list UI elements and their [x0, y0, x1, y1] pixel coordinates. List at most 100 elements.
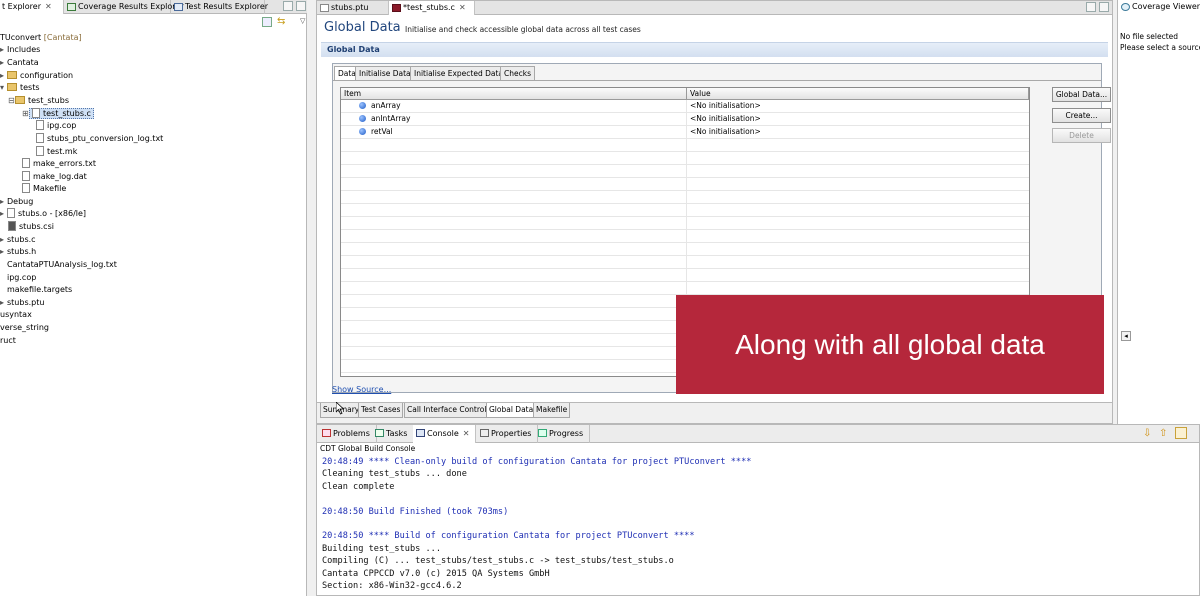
tree-item-stubs-o[interactable]: ▸ stubs.o - [x86/le] — [0, 208, 86, 220]
expand-icon[interactable]: ▸ — [0, 246, 7, 258]
table-row[interactable]: retVal <No initialisation> — [341, 126, 1029, 139]
tree-item-conversion-log[interactable]: stubs_ptu_conversion_log.txt — [36, 133, 163, 145]
arrow-up-icon[interactable]: ⇧ — [1159, 428, 1167, 439]
file-icon — [320, 4, 329, 12]
expand-icon[interactable]: ▸ — [0, 196, 7, 208]
collapse-icon[interactable]: ▾ — [0, 82, 7, 94]
column-header-item[interactable]: Item — [341, 88, 687, 100]
tree-item-ipg-cop-root[interactable]: ipg.cop — [0, 272, 36, 284]
tree-item-stubs-ptu[interactable]: ▸ stubs.ptu — [0, 297, 44, 309]
console-header: CDT Global Build Console — [320, 444, 416, 453]
tab-stubs-ptu[interactable]: stubs.ptu — [317, 1, 389, 15]
empty-table-row — [341, 178, 1029, 191]
tree-item-test-stubs-c[interactable]: ⊞ test_stubs.c — [22, 108, 94, 120]
expand-icon[interactable]: ▸ — [0, 297, 7, 309]
expand-icon[interactable]: ▸ — [0, 208, 7, 220]
tab-project-explorer[interactable]: t Explorer ✕ — [0, 0, 64, 14]
tree-item-project[interactable]: TUconvert [Cantata] — [0, 32, 82, 44]
tab-problems[interactable]: Problems — [319, 425, 377, 443]
tab-tasks[interactable]: Tasks — [372, 425, 415, 443]
tree-item-test-stubs-folder[interactable]: ⊟ test_stubs — [8, 95, 69, 107]
expand-icon[interactable]: ▸ — [0, 70, 7, 82]
tab-coverage-results-explorer[interactable]: Coverage Results Explorer — [64, 0, 184, 14]
test-results-icon — [174, 3, 183, 11]
expand-icon[interactable]: ▸ — [0, 234, 7, 246]
view-menu-icon[interactable]: ▽ — [300, 17, 305, 25]
tree-item-label: stubs.csi — [19, 222, 54, 231]
row-item: anArray — [371, 101, 401, 110]
global-data-button[interactable]: Global Data... — [1052, 87, 1111, 102]
column-header-value[interactable]: Value — [687, 88, 1029, 100]
tab-properties[interactable]: Properties — [477, 425, 539, 443]
minimize-icon[interactable] — [1086, 2, 1096, 12]
tab-global-data[interactable]: Global Data — [486, 403, 537, 418]
collapse-icon[interactable]: ⊟ — [8, 95, 15, 107]
tree-item-ipg-cop[interactable]: ipg.cop — [36, 120, 76, 132]
tab-test-cases[interactable]: Test Cases — [358, 403, 404, 418]
close-icon[interactable]: ✕ — [45, 2, 52, 11]
tree-item-stubs-csi[interactable]: stubs.csi — [8, 221, 54, 233]
create-button[interactable]: Create... — [1052, 108, 1111, 123]
empty-table-row — [341, 282, 1029, 295]
console-line: Section: x86-Win32-gcc4.6.2 — [322, 580, 462, 591]
expand-icon[interactable]: ⊞ — [22, 108, 29, 120]
tree-item-makefile-targets[interactable]: makefile.targets — [0, 284, 72, 296]
tree-item-label: Makefile — [33, 184, 67, 193]
tree-item-label: ipg.cop — [47, 121, 77, 130]
tab-initialise-expected-data[interactable]: Initialise Expected Data — [410, 66, 508, 80]
tree-item-test-mk[interactable]: test.mk — [36, 146, 77, 158]
section-header: Global Data — [321, 42, 1108, 57]
tree-item-includes[interactable]: ▸ Includes — [0, 44, 40, 56]
maximize-icon[interactable] — [296, 1, 306, 11]
tab-console[interactable]: Console ✕ — [413, 425, 477, 443]
expand-icon[interactable]: ▸ — [0, 44, 7, 56]
tree-item-configuration[interactable]: ▸ configuration — [0, 70, 73, 82]
row-value[interactable]: <No initialisation> — [690, 126, 761, 138]
collapse-all-icon[interactable] — [262, 17, 272, 27]
link-icon[interactable] — [1175, 427, 1187, 439]
scroll-left-icon[interactable]: ◂ — [1121, 331, 1131, 341]
tree-item-makefile[interactable]: Makefile — [22, 183, 66, 195]
console-output[interactable]: 20:48:49 **** Clean-only build of config… — [322, 456, 751, 592]
delete-button[interactable]: Delete — [1052, 128, 1111, 143]
tree-item-ptu-analysis-log[interactable]: CantataPTUAnalysis_log.txt — [0, 259, 117, 271]
tree-item-tests[interactable]: ▾ tests — [0, 82, 40, 94]
tab-makefile[interactable]: Makefile — [533, 403, 571, 418]
tab-coverage-viewer[interactable]: Coverage Viewer — [1118, 0, 1200, 14]
expand-icon[interactable]: ▸ — [0, 57, 7, 69]
tree-item-stubs-h[interactable]: ▸ stubs.h — [0, 246, 36, 258]
tree-item-stubs-c[interactable]: ▸ stubs.c — [0, 234, 36, 246]
tree-item-cantata[interactable]: ▸ Cantata — [0, 57, 39, 69]
tree-item-make-log[interactable]: make_log.dat — [22, 171, 87, 183]
console-line: Cleaning test_stubs ... done — [322, 469, 467, 480]
tab-call-interface-control[interactable]: Call Interface Control — [404, 403, 490, 418]
tab-progress[interactable]: Progress — [535, 425, 591, 443]
explorer-tab-bar: t Explorer ✕ Coverage Results Explorer Te… — [0, 0, 307, 14]
tab-test-results-explorer[interactable]: Test Results Explorer — [171, 0, 268, 14]
close-icon[interactable]: ✕ — [459, 3, 466, 12]
tree-item-make-errors[interactable]: make_errors.txt — [22, 158, 96, 170]
coverage-hint-line: Please select a source — [1120, 43, 1200, 52]
maximize-icon[interactable] — [1099, 2, 1109, 12]
table-row[interactable]: anArray <No initialisation> — [341, 100, 1029, 113]
tree-item-label: ruct — [0, 336, 16, 345]
close-icon[interactable]: ✕ — [463, 429, 470, 438]
tree-item-label: stubs.ptu — [7, 298, 45, 307]
minimize-icon[interactable] — [283, 1, 293, 11]
tree-item-struct[interactable]: ruct — [0, 335, 16, 347]
tree-item-reverse-string[interactable]: verse_string — [0, 322, 49, 334]
editor-bottom-tabs: Summary Test Cases Call Interface Contro… — [317, 402, 1112, 423]
tree-item-usyntax[interactable]: usyntax — [0, 309, 32, 321]
tab-checks[interactable]: Checks — [500, 66, 535, 80]
tab-label: Progress — [549, 429, 584, 438]
table-row[interactable]: anIntArray <No initialisation> — [341, 113, 1029, 126]
tab-initialise-data[interactable]: Initialise Data — [355, 66, 415, 80]
tree-item-debug[interactable]: ▸ Debug — [0, 196, 33, 208]
tab-test-stubs-c[interactable]: *test_stubs.c ✕ — [389, 1, 475, 15]
row-value[interactable]: <No initialisation> — [690, 113, 761, 125]
link-editor-icon[interactable]: ⇆ — [277, 17, 289, 27]
row-value[interactable]: <No initialisation> — [690, 100, 761, 112]
tree-item-label: test_stubs.c — [43, 109, 91, 118]
arrow-down-icon[interactable]: ⇩ — [1143, 428, 1151, 439]
show-source-link[interactable]: Show Source... — [332, 385, 391, 394]
